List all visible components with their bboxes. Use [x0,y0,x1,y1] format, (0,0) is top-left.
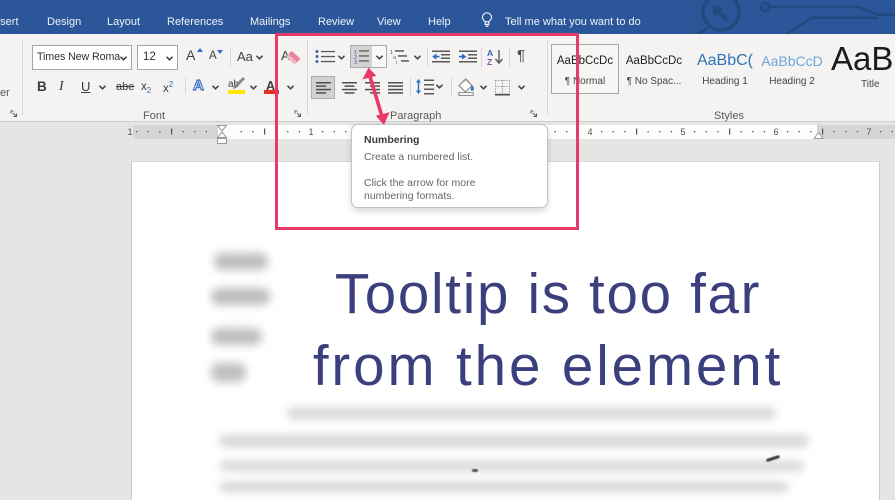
svg-text:5: 5 [680,127,685,137]
svg-text:1: 1 [127,127,132,137]
svg-text:6: 6 [773,127,778,137]
svg-text:4: 4 [587,127,592,137]
svg-text:7: 7 [866,127,871,137]
